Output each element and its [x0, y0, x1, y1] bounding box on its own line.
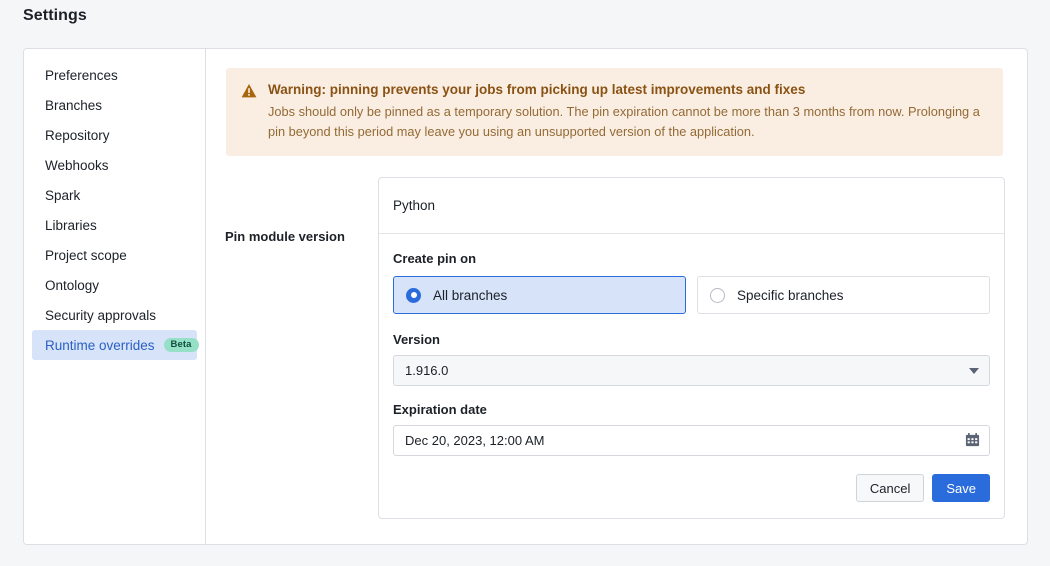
version-select[interactable]: 1.916.0: [393, 355, 990, 386]
sidebar-item-label: Runtime overrides: [45, 337, 155, 353]
sidebar-item-label: Project scope: [45, 247, 127, 263]
sidebar-item-label: Repository: [45, 127, 110, 143]
sidebar-item-ontology[interactable]: Ontology: [32, 270, 197, 300]
sidebar-item-spark[interactable]: Spark: [32, 180, 197, 210]
radio-selected-icon: [406, 287, 421, 303]
sidebar-item-label: Branches: [45, 97, 103, 113]
save-button[interactable]: Save: [932, 474, 990, 502]
chevron-down-icon: [969, 367, 979, 374]
radio-option-all-branches[interactable]: All branches: [393, 276, 686, 314]
sidebar-item-label: Preferences: [45, 67, 118, 83]
settings-main-panel: Warning: pinning prevents your jobs from…: [206, 49, 1027, 544]
warning-title: Warning: pinning prevents your jobs from…: [268, 82, 806, 97]
expiration-date-value: Dec 20, 2023, 12:00 AM: [405, 433, 545, 448]
radio-option-label: Specific branches: [737, 287, 844, 303]
page-title: Settings: [23, 7, 87, 24]
sidebar-item-repository[interactable]: Repository: [32, 120, 197, 150]
version-value: 1.916.0: [405, 363, 449, 378]
create-pin-on-label: Create pin on: [393, 251, 477, 266]
sidebar-item-preferences[interactable]: Preferences: [32, 60, 197, 90]
pin-module-version-panel: Python Create pin on All branches Specif…: [378, 177, 1005, 519]
settings-sidebar: Preferences Branches Repository Webhooks…: [24, 49, 206, 544]
warning-body: Jobs should only be pinned as a temporar…: [268, 104, 980, 139]
sidebar-item-label: Libraries: [45, 217, 97, 233]
cancel-button[interactable]: Cancel: [855, 474, 925, 502]
sidebar-item-webhooks[interactable]: Webhooks: [32, 150, 197, 180]
pin-module-version-label: Pin module version: [225, 229, 345, 244]
expiration-date-input[interactable]: Dec 20, 2023, 12:00 AM: [393, 425, 990, 456]
sidebar-item-label: Security approvals: [45, 307, 157, 323]
sidebar-item-label: Webhooks: [45, 157, 109, 173]
radio-option-specific-branches[interactable]: Specific branches: [697, 276, 990, 314]
sidebar-item-libraries[interactable]: Libraries: [32, 210, 197, 240]
form-actions: Cancel Save: [379, 456, 1004, 518]
expiration-date-label: Expiration date: [393, 402, 487, 417]
warning-banner: Warning: pinning prevents your jobs from…: [226, 68, 1003, 156]
radio-unselected-icon: [710, 287, 725, 303]
status-badge-beta: Beta: [163, 338, 199, 352]
calendar-icon[interactable]: [965, 432, 980, 450]
sidebar-item-branches[interactable]: Branches: [32, 90, 197, 120]
version-label: Version: [393, 332, 440, 347]
warning-triangle-icon: [241, 83, 257, 142]
sidebar-item-label: Ontology: [45, 277, 100, 293]
module-name: Python: [379, 178, 1004, 234]
sidebar-item-label: Spark: [45, 187, 81, 203]
settings-card: Preferences Branches Repository Webhooks…: [23, 48, 1028, 545]
sidebar-item-security-approvals[interactable]: Security approvals: [32, 300, 197, 330]
pin-form-body: Create pin on All branches Specific bran…: [379, 234, 1004, 456]
sidebar-item-runtime-overrides[interactable]: Runtime overrides Beta: [32, 330, 199, 360]
radio-option-label: All branches: [433, 287, 508, 303]
sidebar-item-project-scope[interactable]: Project scope: [32, 240, 197, 270]
create-pin-on-radio-group: All branches Specific branches: [393, 276, 990, 314]
